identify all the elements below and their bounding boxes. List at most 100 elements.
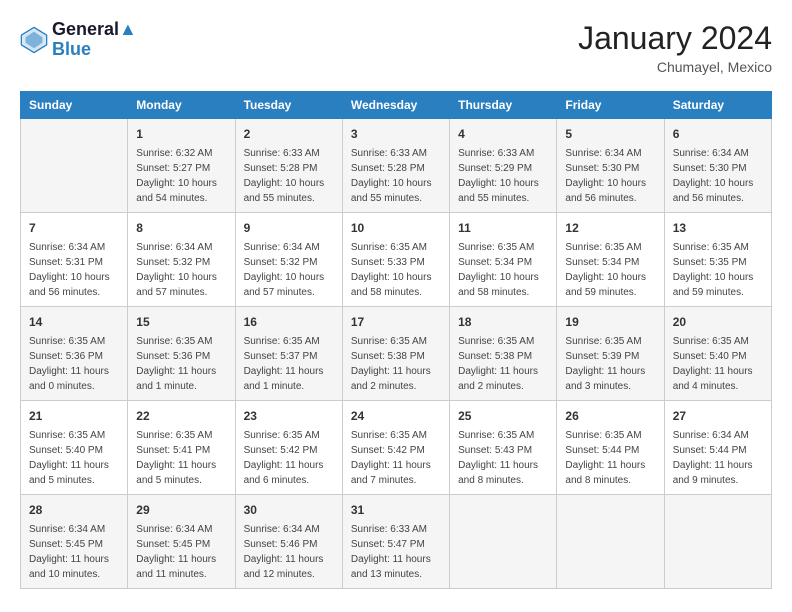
day-number: 20 <box>673 313 763 331</box>
calendar-cell: 4 Sunrise: 6:33 AMSunset: 5:29 PMDaylight… <box>450 119 557 213</box>
calendar-cell: 13 Sunrise: 6:35 AMSunset: 5:35 PMDayligh… <box>664 213 771 307</box>
calendar-cell: 8 Sunrise: 6:34 AMSunset: 5:32 PMDaylight… <box>128 213 235 307</box>
cell-content: Sunrise: 6:34 AMSunset: 5:32 PMDaylight:… <box>244 240 334 300</box>
cell-content: Sunrise: 6:35 AMSunset: 5:33 PMDaylight:… <box>351 240 441 300</box>
calendar-cell: 3 Sunrise: 6:33 AMSunset: 5:28 PMDaylight… <box>342 119 449 213</box>
day-number: 30 <box>244 501 334 519</box>
day-number: 11 <box>458 219 548 237</box>
day-header-wednesday: Wednesday <box>342 92 449 119</box>
day-number: 26 <box>565 407 655 425</box>
cell-content: Sunrise: 6:35 AMSunset: 5:35 PMDaylight:… <box>673 240 763 300</box>
day-number: 3 <box>351 125 441 143</box>
day-number: 27 <box>673 407 763 425</box>
day-number: 7 <box>29 219 119 237</box>
cell-content: Sunrise: 6:35 AMSunset: 5:41 PMDaylight:… <box>136 428 226 488</box>
calendar-cell: 16 Sunrise: 6:35 AMSunset: 5:37 PMDayligh… <box>235 307 342 401</box>
cell-content: Sunrise: 6:35 AMSunset: 5:37 PMDaylight:… <box>244 334 334 394</box>
week-row-5: 28 Sunrise: 6:34 AMSunset: 5:45 PMDayligh… <box>21 495 772 589</box>
day-number: 24 <box>351 407 441 425</box>
cell-content: Sunrise: 6:34 AMSunset: 5:45 PMDaylight:… <box>29 522 119 582</box>
day-number: 5 <box>565 125 655 143</box>
cell-content: Sunrise: 6:35 AMSunset: 5:36 PMDaylight:… <box>29 334 119 394</box>
cell-content: Sunrise: 6:35 AMSunset: 5:42 PMDaylight:… <box>351 428 441 488</box>
calendar-cell: 17Sunrise: 6:35 AMSunset: 5:38 PMDayligh… <box>342 307 449 401</box>
cell-content: Sunrise: 6:35 AMSunset: 5:34 PMDaylight:… <box>565 240 655 300</box>
week-row-1: 1Sunrise: 6:32 AMSunset: 5:27 PMDaylight… <box>21 119 772 213</box>
calendar-cell: 6Sunrise: 6:34 AMSunset: 5:30 PMDaylight… <box>664 119 771 213</box>
day-number: 4 <box>458 125 548 143</box>
cell-content: Sunrise: 6:34 AMSunset: 5:30 PMDaylight:… <box>673 146 763 206</box>
day-header-tuesday: Tuesday <box>235 92 342 119</box>
logo: General▲ Blue <box>20 20 137 60</box>
day-number: 19 <box>565 313 655 331</box>
logo-text-general: General▲ <box>52 20 137 40</box>
calendar-cell: 30 Sunrise: 6:34 AMSunset: 5:46 PMDayligh… <box>235 495 342 589</box>
week-row-3: 14Sunrise: 6:35 AMSunset: 5:36 PMDayligh… <box>21 307 772 401</box>
calendar-cell <box>664 495 771 589</box>
day-number: 15 <box>136 313 226 331</box>
week-row-4: 21 Sunrise: 6:35 AMSunset: 5:40 PMDayligh… <box>21 401 772 495</box>
month-title: January 2024 <box>578 20 772 57</box>
calendar-cell: 18Sunrise: 6:35 AMSunset: 5:38 PMDayligh… <box>450 307 557 401</box>
day-number: 10 <box>351 219 441 237</box>
day-header-saturday: Saturday <box>664 92 771 119</box>
location: Chumayel, Mexico <box>578 59 772 75</box>
day-number: 13 <box>673 219 763 237</box>
page-header: General▲ Blue January 2024 Chumayel, Mex… <box>20 20 772 75</box>
calendar-cell: 10 Sunrise: 6:35 AMSunset: 5:33 PMDayligh… <box>342 213 449 307</box>
day-number: 8 <box>136 219 226 237</box>
cell-content: Sunrise: 6:35 AMSunset: 5:44 PMDaylight:… <box>565 428 655 488</box>
calendar-cell: 28 Sunrise: 6:34 AMSunset: 5:45 PMDayligh… <box>21 495 128 589</box>
day-number: 31 <box>351 501 441 519</box>
day-number: 25 <box>458 407 548 425</box>
logo-icon <box>20 26 48 54</box>
cell-content: Sunrise: 6:35 AMSunset: 5:34 PMDaylight:… <box>458 240 548 300</box>
calendar-cell: 1Sunrise: 6:32 AMSunset: 5:27 PMDaylight… <box>128 119 235 213</box>
calendar-cell <box>21 119 128 213</box>
logo-text-blue: Blue <box>52 40 137 60</box>
day-number: 12 <box>565 219 655 237</box>
cell-content: Sunrise: 6:33 AMSunset: 5:47 PMDaylight:… <box>351 522 441 582</box>
calendar-cell: 21 Sunrise: 6:35 AMSunset: 5:40 PMDayligh… <box>21 401 128 495</box>
calendar-cell: 29Sunrise: 6:34 AMSunset: 5:45 PMDayligh… <box>128 495 235 589</box>
day-number: 29 <box>136 501 226 519</box>
day-number: 16 <box>244 313 334 331</box>
day-header-friday: Friday <box>557 92 664 119</box>
calendar-cell: 23Sunrise: 6:35 AMSunset: 5:42 PMDayligh… <box>235 401 342 495</box>
day-header-monday: Monday <box>128 92 235 119</box>
day-number: 2 <box>244 125 334 143</box>
cell-content: Sunrise: 6:32 AMSunset: 5:27 PMDaylight:… <box>136 146 226 206</box>
day-number: 21 <box>29 407 119 425</box>
calendar-cell <box>450 495 557 589</box>
calendar-cell: 20 Sunrise: 6:35 AMSunset: 5:40 PMDayligh… <box>664 307 771 401</box>
cell-content: Sunrise: 6:34 AMSunset: 5:31 PMDaylight:… <box>29 240 119 300</box>
day-number: 28 <box>29 501 119 519</box>
day-number: 23 <box>244 407 334 425</box>
cell-content: Sunrise: 6:35 AMSunset: 5:40 PMDaylight:… <box>673 334 763 394</box>
calendar-cell: 2 Sunrise: 6:33 AMSunset: 5:28 PMDaylight… <box>235 119 342 213</box>
cell-content: Sunrise: 6:33 AMSunset: 5:29 PMDaylight:… <box>458 146 548 206</box>
cell-content: Sunrise: 6:33 AMSunset: 5:28 PMDaylight:… <box>244 146 334 206</box>
cell-content: Sunrise: 6:35 AMSunset: 5:39 PMDaylight:… <box>565 334 655 394</box>
day-number: 22 <box>136 407 226 425</box>
day-header-thursday: Thursday <box>450 92 557 119</box>
week-row-2: 7 Sunrise: 6:34 AMSunset: 5:31 PMDaylight… <box>21 213 772 307</box>
cell-content: Sunrise: 6:33 AMSunset: 5:28 PMDaylight:… <box>351 146 441 206</box>
calendar-cell: 11 Sunrise: 6:35 AMSunset: 5:34 PMDayligh… <box>450 213 557 307</box>
cell-content: Sunrise: 6:34 AMSunset: 5:44 PMDaylight:… <box>673 428 763 488</box>
calendar-cell: 5Sunrise: 6:34 AMSunset: 5:30 PMDaylight… <box>557 119 664 213</box>
calendar-table: SundayMondayTuesdayWednesdayThursdayFrid… <box>20 91 772 589</box>
day-number: 18 <box>458 313 548 331</box>
calendar-cell: 12 Sunrise: 6:35 AMSunset: 5:34 PMDayligh… <box>557 213 664 307</box>
day-number: 9 <box>244 219 334 237</box>
cell-content: Sunrise: 6:34 AMSunset: 5:46 PMDaylight:… <box>244 522 334 582</box>
day-number: 17 <box>351 313 441 331</box>
calendar-cell: 9 Sunrise: 6:34 AMSunset: 5:32 PMDaylight… <box>235 213 342 307</box>
calendar-cell: 25Sunrise: 6:35 AMSunset: 5:43 PMDayligh… <box>450 401 557 495</box>
calendar-cell: 26 Sunrise: 6:35 AMSunset: 5:44 PMDayligh… <box>557 401 664 495</box>
calendar-cell: 24 Sunrise: 6:35 AMSunset: 5:42 PMDayligh… <box>342 401 449 495</box>
calendar-cell <box>557 495 664 589</box>
cell-content: Sunrise: 6:34 AMSunset: 5:32 PMDaylight:… <box>136 240 226 300</box>
cell-content: Sunrise: 6:35 AMSunset: 5:40 PMDaylight:… <box>29 428 119 488</box>
title-block: January 2024 Chumayel, Mexico <box>578 20 772 75</box>
